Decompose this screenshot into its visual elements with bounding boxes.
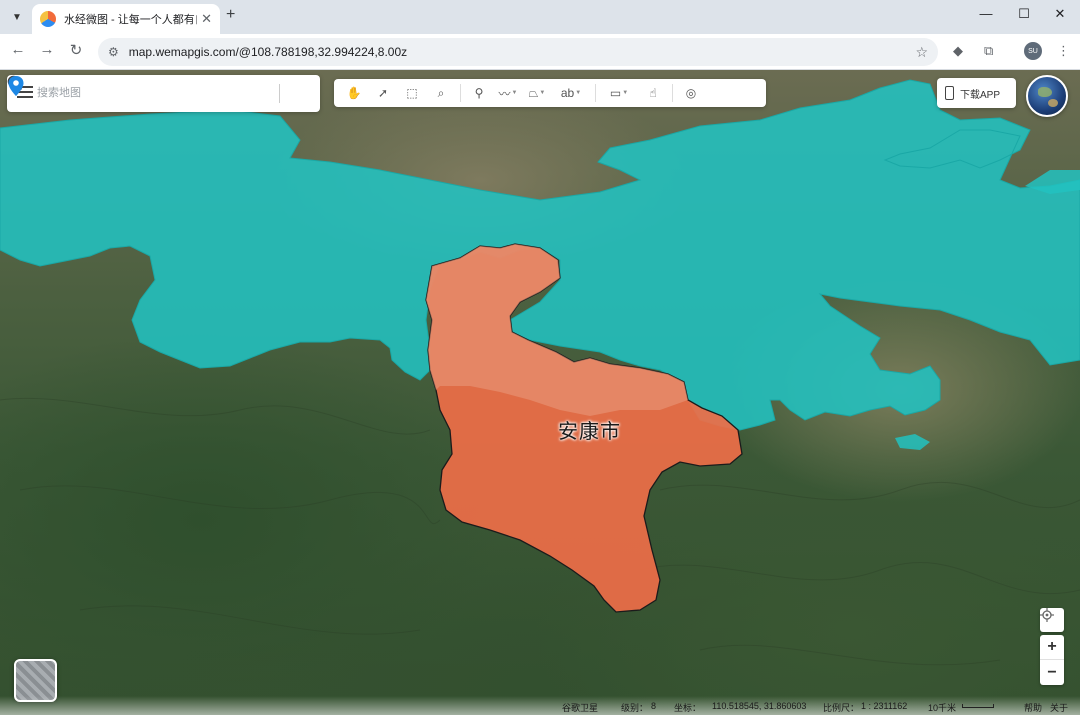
back-arrow-icon[interactable]: ← [8,41,28,58]
extension-icon[interactable]: ◆ [953,43,963,59]
locate-button[interactable] [1040,608,1064,632]
browser-menu-icon[interactable]: ⋮ [1057,43,1070,59]
layer-compare-icon[interactable]: ▭ ▼ [602,82,636,104]
download-app-button[interactable]: 下载APP [937,78,1016,108]
text-tool-label: ab [560,86,575,100]
tab-close-icon[interactable]: ✕ [201,11,212,27]
zoom-search-icon[interactable]: ⌕ [429,82,453,104]
toolbar-divider-3 [672,84,673,102]
info-pointer-icon[interactable]: ☝ [641,82,665,104]
site-favicon-icon [40,11,56,27]
text-label-icon[interactable]: ab ▼ [554,82,588,104]
map-overlay-svg [0,79,1080,666]
search-divider [279,84,280,103]
new-tab-icon[interactable]: + [226,6,235,24]
scale-bar [962,704,994,708]
teal-lake-right [895,434,930,450]
toolbar-divider [460,84,461,102]
polyline-icon[interactable]: 〰 ▼ [496,82,520,104]
zoom-control: + − [1040,635,1064,685]
help-link[interactable]: 帮助 [1024,701,1042,714]
window-close-icon[interactable]: ✕ [1049,6,1071,22]
polygon-icon[interactable]: ⏢ ▼ [525,82,549,104]
browser-tab-bar: ▼ 水经微图 - 让每一个人都有自己 ✕ + — ☐ ✕ [0,0,1080,34]
toolbar-divider-2 [595,84,596,102]
extensions-puzzle-icon[interactable]: ⧉ [984,43,993,59]
map-search-input[interactable] [37,83,237,103]
scale-label: 比例尺： [823,703,860,713]
scale-bar-label: 10千米 [928,703,957,713]
box-select-icon[interactable]: ⬚ [400,82,424,104]
zoom-level-label: 级别： [621,703,649,713]
zoom-level-value: 8 [651,701,657,711]
phone-icon [945,86,954,100]
map-search-box [7,75,320,112]
forward-arrow-icon[interactable]: → [37,41,57,58]
zoom-in-button[interactable]: + [1040,635,1064,660]
browser-tab-active[interactable]: 水经微图 - 让每一个人都有自己 ✕ [32,4,220,34]
coordinate-value: 110.518545, 31.860603 [712,701,807,711]
pan-hand-icon[interactable]: ✋ [342,82,366,104]
reload-icon[interactable]: ↻ [66,41,86,59]
basemap-name: 谷歌卫星 [562,703,599,713]
profile-avatar[interactable]: SU [1024,42,1042,60]
scale-value: 1 : 2311162 [861,701,908,711]
tab-search-chevron-icon[interactable]: ▼ [6,6,28,28]
browser-address-bar: ← → ↻ ⚙ map.wemapgis.com/@108.788198,32.… [0,34,1080,70]
marker-icon[interactable]: ⚲ [467,82,491,104]
map-status-bar: 谷歌卫星 级别： 8 坐标： 110.518545, 31.860603 比例尺… [0,696,1080,715]
download-app-label: 下载APP [960,89,1001,101]
coordinate-label: 坐标： [674,703,702,713]
crosshair-icon [1040,608,1054,622]
minimize-icon[interactable]: — [975,6,997,21]
bookmark-star-icon[interactable]: ☆ [915,44,928,61]
city-label-ankang: 安康市 [558,419,621,443]
location-pin-icon[interactable] [7,75,25,97]
maximize-icon[interactable]: ☐ [1013,6,1035,22]
about-link[interactable]: 关于 [1050,701,1068,714]
site-info-icon[interactable]: ⚙ [108,45,119,59]
url-text[interactable]: map.wemapgis.com/@108.788198,32.994224,8… [129,45,916,59]
select-arrow-icon[interactable]: ➚ [371,82,395,104]
globe-view-icon[interactable] [1026,75,1068,117]
tab-title: 水经微图 - 让每一个人都有自己 [64,14,197,26]
globe-3d-icon[interactable]: ◎ [679,82,703,104]
omnibox[interactable]: ⚙ map.wemapgis.com/@108.788198,32.994224… [98,38,938,66]
map-viewport[interactable]: ✋ ➚ ⬚ ⌕ ⚲ 〰▼ ⏢▼ ab▼ ▭▼ ☝ ◎ 下载APP 安康市 + − [0,70,1080,715]
map-toolbar: ✋ ➚ ⬚ ⌕ ⚲ 〰 ▼ ⏢ ▼ ab ▼ ▭ ▼ ☝ ◎ [334,79,766,107]
zoom-out-button[interactable]: − [1040,660,1064,685]
